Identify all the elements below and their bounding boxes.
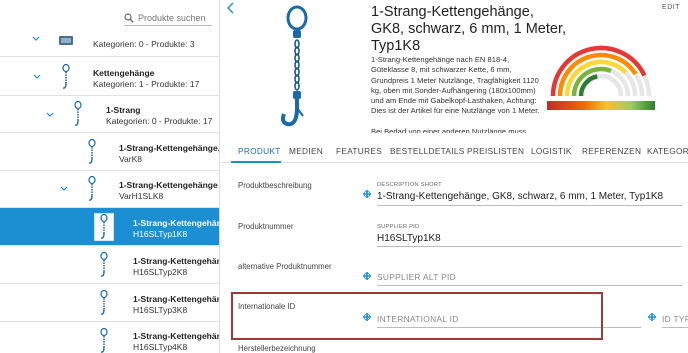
product-search[interactable]: Produkte suchen (124, 10, 212, 26)
tab-bar: PRODUKT MEDIEN FEATURES BESTELLDETAILS P… (221, 139, 688, 163)
field-value: 1-Strang-Kettengehänge, GK8, schwarz, 6 … (377, 191, 664, 202)
tree-item-title: 1-Strang-Kettengehän (133, 218, 220, 228)
product-search-placeholder: Produkte suchen (138, 12, 206, 23)
tree-item-selected[interactable]: 1-Strang-Kettengehän H16SLTyp1K8 (0, 208, 220, 246)
product-image (281, 5, 308, 127)
tree-item[interactable]: Kettengehänge Kategorien: 1 - Produkte: … (0, 57, 219, 96)
tab-bestelldetails[interactable]: BESTELLDETAILS (390, 146, 465, 156)
tree-item-subtitle: H16SLTyp3K8 (133, 305, 188, 315)
tree-item-title: 1-Strang-Kettengehän (133, 256, 220, 266)
tree-item-subtitle: Kategorien: 0 - Produkte: 17 (106, 116, 213, 126)
tree-item-title: 1-Strang-Kettengehänge r (119, 180, 220, 190)
gauge-arcs (550, 45, 652, 97)
tree-item[interactable]: 1-Strang Kategorien: 0 - Produkte: 17 (0, 96, 219, 133)
product-thumbnail (94, 327, 114, 353)
tab-referenzen[interactable]: REFERENZEN (582, 146, 641, 156)
product-thumbnail (82, 138, 102, 166)
tree-item-subtitle: Kategorien: 0 - Produkte: 3 (93, 39, 195, 49)
completeness-gauge (547, 45, 655, 110)
tab-produkt[interactable]: PRODUKT (238, 146, 281, 156)
tab-medien[interactable]: MEDIEN (289, 146, 323, 156)
field-caption: DESCRIPTION SHORT (377, 182, 442, 188)
product-thumbnail (56, 30, 76, 50)
field-label-alternative-produktnummer: alternative Produktnummer (238, 262, 332, 271)
field-caption: SUPPLIER PID (377, 224, 420, 230)
highlight-box (231, 292, 603, 340)
product-thumbnail (56, 63, 76, 91)
tree-item[interactable]: Kategorien: 0 - Produkte: 3 (0, 30, 219, 57)
tree-item-title: 1-Strang-Kettengehänge, (119, 143, 220, 153)
supplier-alt-pid-field[interactable]: SUPPLIER ALT PID (377, 266, 682, 286)
tree-item[interactable]: 1-Strang-Kettengehän H16SLTyp3K8 (0, 284, 220, 322)
tree-item-subtitle: VarK8 (119, 154, 142, 164)
field-label-produktnummer: Produktnummer (238, 222, 294, 231)
product-thumbnail (94, 251, 114, 279)
field-placeholder: SUPPLIER ALT PID (377, 272, 456, 282)
tree-item-subtitle: VarH1SLK8 (119, 191, 164, 201)
active-tab-indicator (231, 161, 281, 163)
chevron-down-icon[interactable] (60, 185, 68, 193)
product-thumbnail (82, 175, 102, 203)
field-label-produktbeschreibung: Produktbeschreibung (238, 181, 312, 190)
gauge-color-scale (547, 101, 655, 110)
product-description: 1-Strang-Kettengehänge nach EN 818-4, Gü… (371, 55, 540, 133)
tree-item-title: 1-Strang (106, 105, 141, 115)
field-value: H16SLTyp1K8 (377, 233, 441, 244)
tab-preislisten[interactable]: PREISLISTEN (467, 146, 524, 156)
tree-item-title: 1-Strang-Kettengehän (133, 331, 220, 341)
chevron-down-icon[interactable] (33, 73, 41, 81)
tree-item-title: 1-Strang-Kettengehän (133, 294, 220, 304)
description-short-field[interactable]: DESCRIPTION SHORT 1-Strang-Kettengehänge… (377, 179, 682, 206)
search-icon (124, 12, 134, 23)
chevron-down-icon[interactable] (32, 35, 40, 43)
product-title: 1-Strang-Kettengehänge, GK8, schwarz, 6 … (371, 4, 566, 54)
product-thumbnail (68, 100, 88, 128)
tab-features[interactable]: FEATURES (336, 146, 382, 156)
tree-item-subtitle: H16SLTyp4K8 (133, 342, 188, 352)
id-type-field[interactable]: ID TYPE (662, 308, 688, 328)
field-label-herstellerbezeichnung: Herstellerbezeichnung (238, 344, 316, 353)
edit-button[interactable]: EDIT (662, 4, 680, 11)
tree-item[interactable]: 1-Strang-Kettengehänge r VarH1SLK8 (0, 171, 220, 208)
field-placeholder: ID TYPE (662, 314, 688, 324)
product-thumbnail (94, 213, 114, 241)
back-arrow-icon[interactable] (225, 2, 235, 14)
tab-logistik[interactable]: LOGISTIK (531, 146, 572, 156)
product-thumbnail (94, 289, 114, 317)
tree-item[interactable]: 1-Strang-Kettengehän H16SLTyp4K8 (0, 322, 220, 353)
product-detail-panel: 1-Strang-Kettengehänge, GK8, schwarz, 6 … (221, 0, 688, 353)
tree-item-subtitle: H16SLTyp1K8 (133, 229, 188, 239)
tree-item[interactable]: 1-Strang-Kettengehän H16SLTyp2K8 (0, 246, 220, 284)
tree-item-title: Kettengehänge (93, 68, 155, 78)
add-icon[interactable] (362, 189, 372, 199)
chevron-down-icon[interactable] (46, 111, 54, 119)
tree-item[interactable]: 1-Strang-Kettengehänge, VarK8 (0, 133, 220, 171)
add-icon[interactable] (362, 271, 372, 281)
tab-kategorien[interactable]: KATEGORIEN (647, 146, 688, 156)
add-icon[interactable] (647, 312, 657, 322)
category-tree-panel: Produkte suchen Kategorien: 0 - Produkte… (0, 0, 220, 353)
tree-item-subtitle: Kategorien: 1 - Produkte: 17 (93, 79, 200, 89)
supplier-pid-field[interactable]: SUPPLIER PID H16SLTyp1K8 (377, 220, 682, 247)
gauge-arc (578, 74, 598, 97)
tree-item-subtitle: H16SLTyp2K8 (133, 267, 188, 277)
